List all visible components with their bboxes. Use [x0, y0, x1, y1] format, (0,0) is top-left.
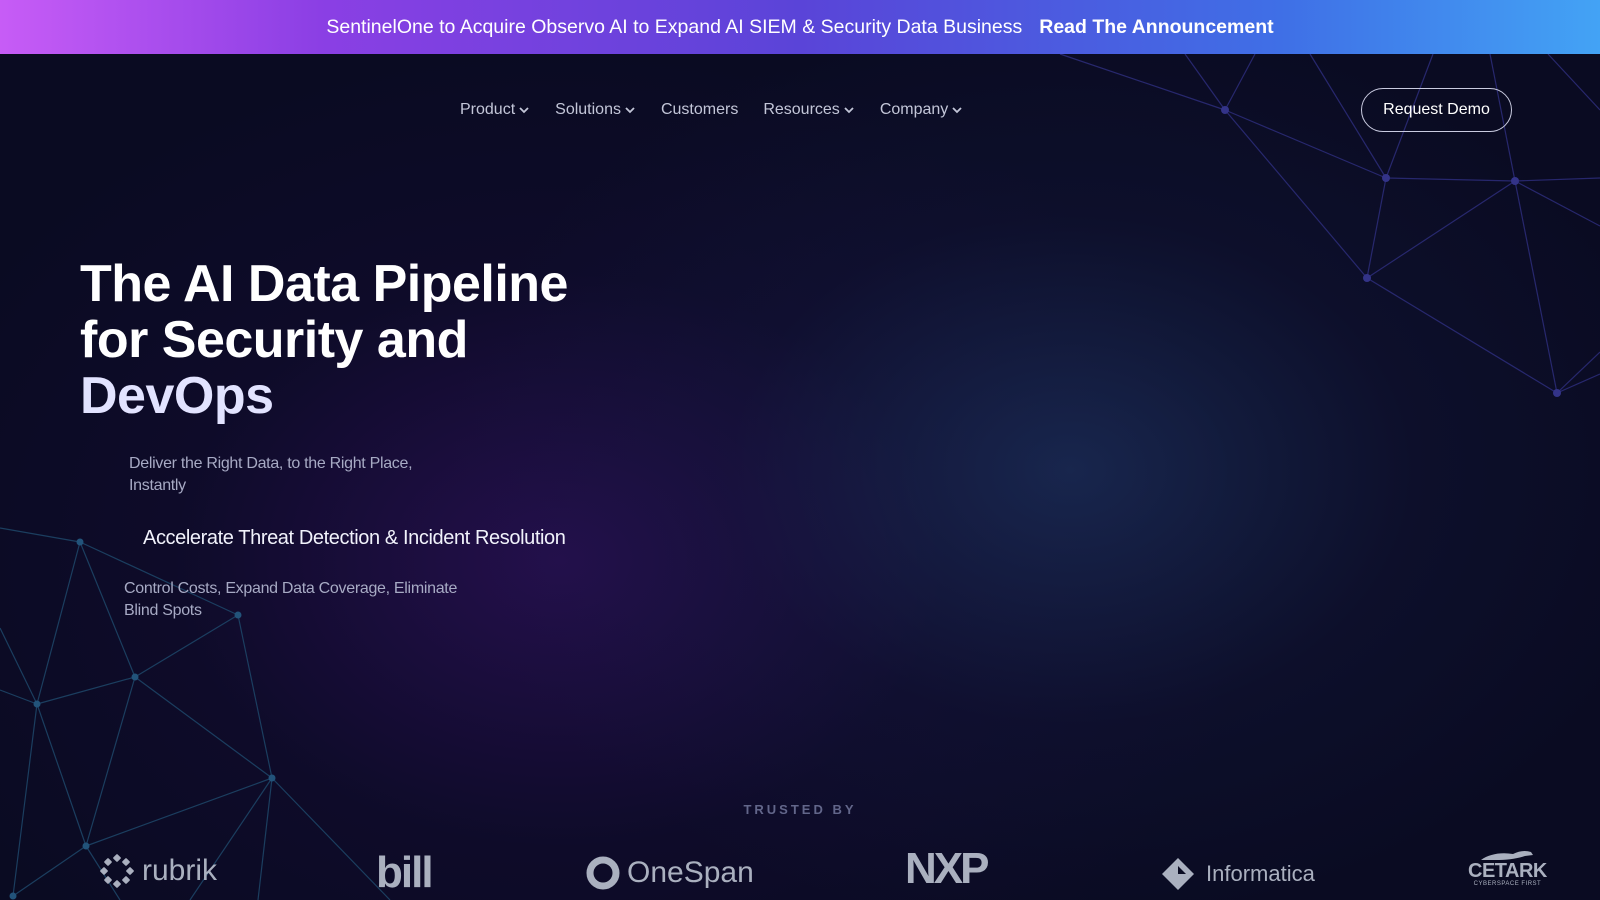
informatica-wordmark: Informatica	[1206, 861, 1315, 886]
onespan-ring-icon	[586, 856, 620, 890]
nxp-logo: NXP	[905, 844, 990, 894]
chevron-down-icon	[952, 107, 962, 114]
rubrik-wordmark: rubrik	[142, 854, 218, 887]
onespan-wordmark: OneSpan	[627, 856, 754, 889]
onespan-logo: OneSpan	[586, 856, 754, 890]
nav-item-company[interactable]: Company	[880, 101, 963, 119]
nav-item-customers[interactable]: Customers	[661, 101, 738, 119]
hero-rotating-item: Deliver the Right Data, to the Right Pla…	[129, 455, 413, 494]
nav-item-label: Solutions	[555, 101, 621, 118]
bill-wordmark: bill	[376, 848, 434, 897]
read-announcement-link[interactable]: Read The Announcement	[1039, 16, 1273, 39]
chevron-down-icon	[625, 107, 635, 114]
rubrik-logo: rubrik	[100, 854, 217, 888]
hero-rotating-item-active: Accelerate Threat Detection & Incident R…	[143, 527, 566, 549]
nav-item-label: Customers	[660, 101, 739, 118]
informatica-logo: Informatica	[1160, 856, 1315, 892]
nav-item-resources[interactable]: Resources	[763, 101, 854, 119]
hero-title-line-1: The AI Data Pipeline	[80, 255, 568, 313]
nav-item-label: Company	[879, 101, 949, 118]
main-nav: Product Solutions Customers Resources Co…	[460, 94, 988, 126]
landing-page: SentinelOne to Acquire Observo AI to Exp…	[0, 0, 1600, 900]
bill-logo: bill	[376, 848, 434, 898]
nav-item-label: Resources	[763, 101, 840, 118]
cetark-wordmark: CETARK	[1468, 860, 1547, 882]
request-demo-button[interactable]: Request Demo	[1361, 88, 1512, 132]
chevron-down-icon	[519, 107, 529, 114]
nav-item-solutions[interactable]: Solutions	[555, 101, 636, 119]
hero-title: The AI Data Pipeline for Security and De…	[80, 256, 640, 424]
nav-item-product[interactable]: Product	[460, 101, 530, 119]
hero-title-line-2: for Security and	[80, 311, 468, 369]
chevron-down-icon	[844, 107, 854, 114]
nxp-wordmark: NXP	[905, 844, 990, 893]
trusted-by-label: TRUSTED BY	[743, 802, 857, 817]
hero-rotating-item: Control Costs, Expand Data Coverage, Eli…	[124, 580, 458, 619]
announcement-banner: SentinelOne to Acquire Observo AI to Exp…	[0, 0, 1600, 54]
informatica-diamond-icon	[1162, 858, 1194, 890]
cetark-tagline: CYBERSPACE FIRST	[1473, 881, 1542, 887]
announcement-text: SentinelOne to Acquire Observo AI to Exp…	[326, 15, 1023, 38]
network-background-graphic	[0, 53, 1600, 900]
nav-item-label: Product	[460, 101, 516, 118]
hero-title-line-3: DevOps	[80, 367, 274, 425]
customer-logos-strip: rubrik bill OneSpan NXP Informatica CETA…	[0, 840, 1600, 900]
rubrik-mark-icon	[100, 854, 134, 888]
cetark-logo: CETARK CYBERSPACE FIRST	[1468, 848, 1547, 887]
